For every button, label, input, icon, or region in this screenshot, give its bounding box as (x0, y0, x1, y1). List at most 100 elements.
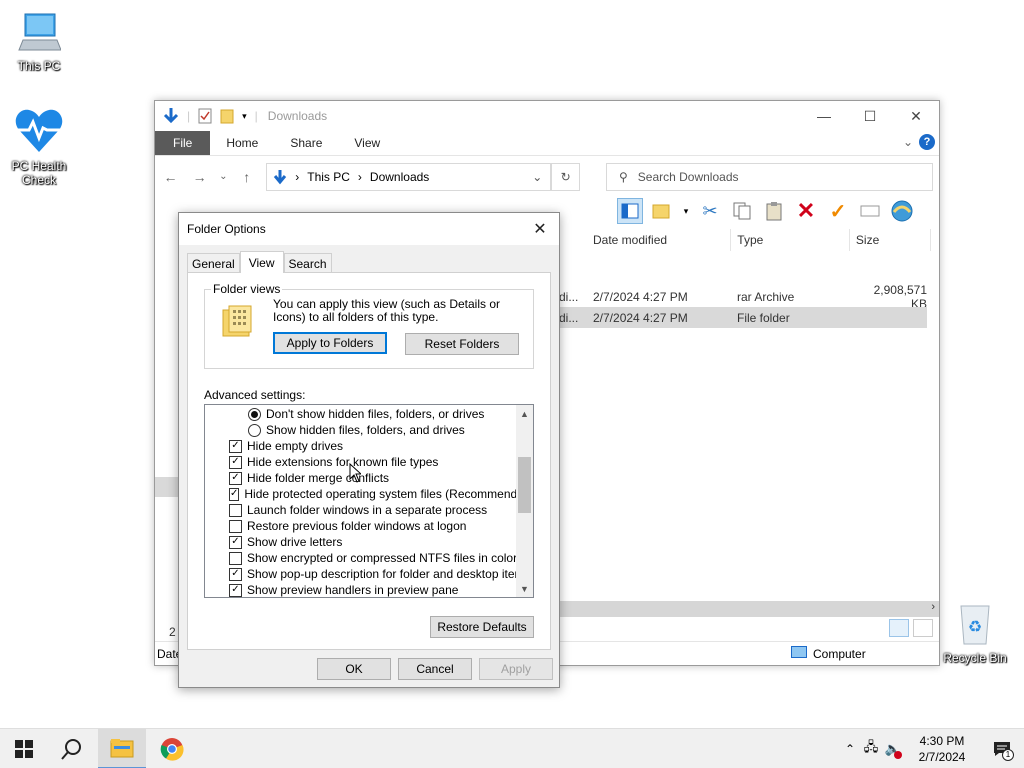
file-row[interactable]: di... 2/7/2024 4:27 PM File folder (559, 307, 927, 328)
setting-checkbox-item[interactable]: ✓ Show pop-up description for folder and … (205, 566, 533, 582)
tab-file[interactable]: File (155, 131, 211, 155)
setting-checkbox-item[interactable]: Show encrypted or compressed NTFS files … (205, 550, 533, 566)
checkbox-checked-icon[interactable]: ✓ (229, 455, 242, 469)
advanced-settings-label: Advanced settings: (204, 388, 306, 402)
notifications-button[interactable]: 1 (980, 729, 1024, 768)
folder-view-icon[interactable] (649, 198, 675, 224)
search-button[interactable] (48, 729, 96, 768)
checkbox-checked-icon[interactable]: ✓ (229, 471, 242, 485)
file-row[interactable]: di... 2/7/2024 4:27 PM rar Archive 2,908… (559, 283, 927, 311)
breadcrumb-separator-icon: › (357, 169, 362, 184)
checkbox-unchecked-icon[interactable] (229, 551, 242, 565)
column-date-modified[interactable]: Date modified (559, 229, 732, 251)
setting-label: Show preview handlers in preview pane (247, 583, 459, 597)
horizontal-scrollbar[interactable]: › (559, 601, 939, 617)
tab-search[interactable]: Search (283, 253, 332, 273)
address-dropdown-icon[interactable]: ⌄ (532, 170, 542, 184)
checkbox-checked-icon[interactable]: ✓ (229, 567, 242, 581)
checkbox-checked-icon[interactable]: ✓ (229, 439, 242, 453)
clock[interactable]: 4:30 PM 2/7/2024 (904, 733, 980, 765)
minimize-button[interactable]: — (801, 101, 847, 131)
setting-checkbox-item[interactable]: ✓ Hide folder merge conflicts (205, 470, 533, 486)
preview-pane-icon[interactable] (617, 198, 643, 224)
radio-unselected-icon[interactable] (248, 423, 261, 437)
qat-dropdown-icon[interactable]: ▾ (242, 111, 247, 122)
scroll-down-icon[interactable]: ▼ (516, 580, 533, 597)
large-icons-view-icon[interactable] (913, 619, 933, 637)
setting-radio-item[interactable]: Don't show hidden files, folders, or dri… (205, 406, 533, 422)
refresh-button[interactable]: ↻ (551, 162, 580, 191)
scroll-right-icon[interactable]: › (931, 601, 935, 613)
desktop-icon-recycle-bin[interactable]: ♻ Recycle Bin (940, 600, 1010, 665)
scroll-up-icon[interactable]: ▲ (516, 405, 533, 422)
paste-icon[interactable] (761, 198, 787, 224)
start-button[interactable] (0, 729, 48, 768)
scroll-thumb[interactable] (518, 457, 531, 513)
tab-view[interactable]: View (239, 251, 284, 273)
details-view-icon[interactable] (889, 619, 909, 637)
desktop-icon-pc-health-check[interactable]: PC Health Check (4, 108, 74, 187)
network-icon[interactable]: 🖧 (860, 738, 882, 760)
tab-general[interactable]: General (187, 253, 240, 273)
desktop-icon-this-pc[interactable]: This PC (4, 10, 74, 73)
tab-share[interactable]: Share (274, 131, 338, 155)
checkbox-checked-icon[interactable]: ✓ (229, 487, 240, 501)
setting-checkbox-item[interactable]: Launch folder windows in a separate proc… (205, 502, 533, 518)
address-row: ← → ⌄ ↑ › This PC › Downloads ⌄ ↻ ⚲ Sear… (155, 155, 939, 197)
breadcrumb-downloads[interactable]: Downloads (370, 170, 429, 184)
ok-button[interactable]: OK (317, 658, 391, 680)
taskbar-file-explorer[interactable] (98, 729, 146, 768)
vertical-scrollbar[interactable]: ▲ ▼ (516, 405, 533, 597)
help-icon[interactable]: ? (919, 134, 935, 150)
setting-checkbox-item[interactable]: ✓ Hide extensions for known file types (205, 454, 533, 470)
setting-checkbox-item[interactable]: ✓ Show drive letters (205, 534, 533, 550)
checkbox-checked-icon[interactable]: ✓ (229, 535, 242, 549)
apply-button[interactable]: Apply (479, 658, 553, 680)
checkbox-checked-icon[interactable]: ✓ (229, 583, 242, 597)
setting-radio-item[interactable]: Show hidden files, folders, and drives (205, 422, 533, 438)
clock-date: 2/7/2024 (918, 750, 966, 764)
setting-label: Hide empty drives (247, 439, 344, 453)
advanced-settings-list[interactable]: Don't show hidden files, folders, or dri… (204, 404, 534, 598)
column-size[interactable]: Size (850, 229, 931, 251)
close-button[interactable]: ✕ (893, 101, 939, 131)
checkbox-unchecked-icon[interactable] (229, 503, 242, 517)
apply-to-folders-button[interactable]: Apply to Folders (273, 332, 387, 354)
reset-folders-button[interactable]: Reset Folders (405, 333, 519, 355)
checkmark-icon[interactable]: ✓ (825, 198, 851, 224)
copy-icon[interactable] (729, 198, 755, 224)
up-arrow-icon[interactable]: ↑ (237, 169, 256, 185)
cancel-button[interactable]: Cancel (398, 658, 472, 680)
computer-icon (18, 13, 62, 51)
dialog-close-button[interactable]: ✕ (527, 217, 553, 241)
search-input[interactable]: ⚲ Search Downloads (605, 162, 933, 191)
maximize-button[interactable]: ☐ (847, 101, 893, 131)
setting-checkbox-item[interactable]: ✓ Hide protected operating system files (… (205, 486, 533, 502)
setting-checkbox-item[interactable]: ✓ Show preview handlers in preview pane (205, 582, 533, 597)
setting-checkbox-item[interactable]: Restore previous folder windows at logon (205, 518, 533, 534)
delete-icon[interactable]: ✕ (793, 198, 819, 224)
column-type[interactable]: Type (731, 229, 850, 251)
rename-icon[interactable] (857, 198, 883, 224)
breadcrumb-this-pc[interactable]: This PC (307, 170, 350, 184)
taskbar-chrome[interactable] (148, 729, 196, 768)
address-bar[interactable]: › This PC › Downloads ⌄ (266, 162, 552, 191)
forward-arrow-icon[interactable]: → (190, 169, 209, 185)
restore-defaults-button[interactable]: Restore Defaults (430, 616, 534, 638)
setting-checkbox-item[interactable]: ✓ Hide empty drives (205, 438, 533, 454)
ribbon-expand-icon[interactable]: ⌄ (903, 135, 913, 149)
tab-home[interactable]: Home (210, 131, 274, 155)
column-headers: Date modified Type Size (559, 229, 931, 251)
properties-icon[interactable] (198, 108, 212, 124)
checkbox-unchecked-icon[interactable] (229, 519, 242, 533)
new-folder-icon[interactable] (220, 108, 234, 124)
cut-icon[interactable]: ✂ (697, 198, 723, 224)
show-hidden-icons-icon[interactable]: ⌃ (840, 742, 860, 756)
recent-locations-icon[interactable]: ⌄ (219, 171, 227, 182)
back-arrow-icon[interactable]: ← (161, 169, 180, 185)
radio-selected-icon[interactable] (248, 407, 261, 421)
volume-muted-icon[interactable]: 🔈 (882, 741, 904, 759)
shell-icon[interactable] (889, 198, 915, 224)
dropdown-icon[interactable]: ▾ (681, 198, 691, 224)
tab-view[interactable]: View (338, 131, 396, 155)
